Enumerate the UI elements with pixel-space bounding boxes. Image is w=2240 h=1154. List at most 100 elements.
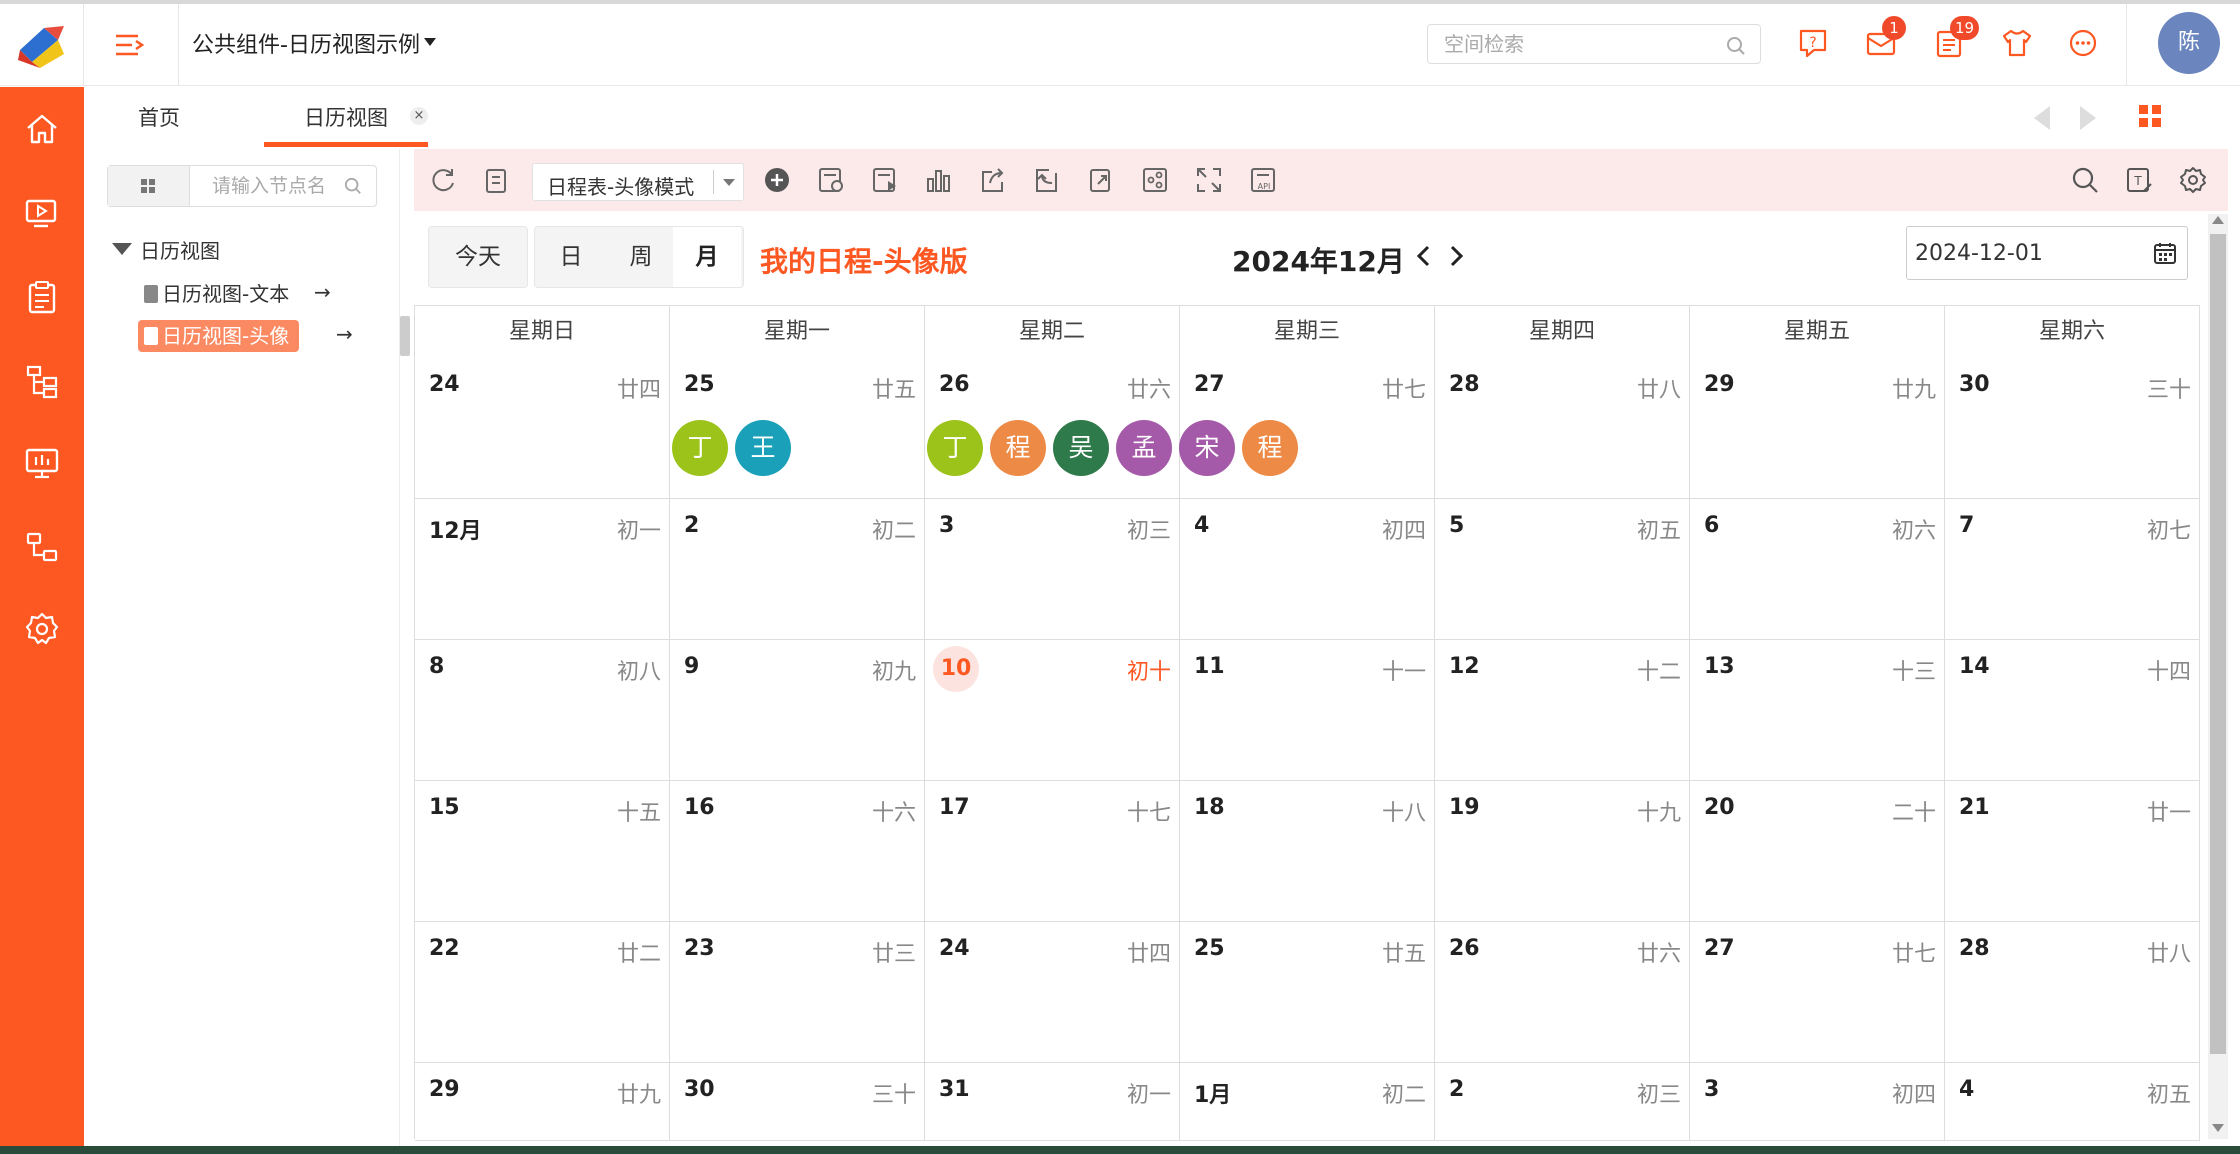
theme-shirt-icon[interactable] [2000,26,2034,60]
day-cell[interactable]: 29 廿九 [415,1063,670,1141]
day-cell[interactable]: 10 初十 [925,640,1180,781]
tab-scroll-right-icon[interactable] [2076,104,2100,132]
panel-splitter[interactable] [400,316,410,356]
day-cell[interactable]: 13 十三 [1690,640,1945,781]
view-day-button[interactable]: 日 [537,227,605,287]
day-cell[interactable]: 30 三十 [670,1063,925,1141]
search-icon[interactable] [2070,165,2100,195]
day-cell[interactable]: 18 十八 [1180,781,1435,922]
open-arrow-icon[interactable]: → [336,322,353,346]
day-cell[interactable]: 5 初五 [1435,499,1690,640]
user-avatar[interactable]: 陈 [2158,12,2220,74]
event-avatar[interactable]: 孟 [1116,420,1172,476]
day-cell[interactable]: 28 廿八 [1435,358,1690,499]
doc-play-icon[interactable] [870,165,900,195]
tree-leaf-avatar-view[interactable]: 日历视图-头像 [138,320,300,352]
add-circle-icon[interactable] [762,165,792,195]
view-week-button[interactable]: 周 [607,227,675,287]
day-cell[interactable]: 31 初一 [925,1063,1180,1141]
day-cell[interactable]: 29 廿九 [1690,358,1945,499]
text-edit-icon[interactable]: T [2124,165,2154,195]
day-cell[interactable]: 8 初八 [415,640,670,781]
flow-diagram-icon[interactable] [22,527,62,567]
day-cell[interactable]: 25 廿五丁王 [670,358,925,499]
fullscreen-icon[interactable] [1194,165,1224,195]
day-cell[interactable]: 4 初五 [1945,1063,2200,1141]
tree-layout-toggle[interactable] [108,166,190,206]
event-avatar[interactable]: 丁 [672,420,728,476]
menu-toggle-icon[interactable] [112,30,148,60]
search-icon[interactable] [1726,36,1746,56]
more-chat-icon[interactable] [2066,26,2100,60]
scroll-down-arrow-icon[interactable] [2212,1124,2224,1132]
doc-settings-icon[interactable] [816,165,846,195]
day-cell[interactable]: 28 廿八 [1945,922,2200,1063]
export-icon[interactable] [1086,165,1116,195]
view-mode-select[interactable]: 日程表-头像模式 [532,163,744,201]
tree-search-input[interactable] [212,174,342,198]
calendar-icon[interactable] [2153,241,2177,265]
app-title[interactable]: 公共组件-日历视图示例 [192,27,420,59]
day-cell[interactable]: 20 二十 [1690,781,1945,922]
api-doc-icon[interactable]: API [1248,165,1278,195]
presentation-chart-icon[interactable] [22,443,62,483]
tree-expand-caret-icon[interactable] [112,243,132,255]
chevron-down-icon[interactable] [424,38,436,46]
help-icon[interactable]: ? [1796,26,1830,60]
home-icon[interactable] [22,109,62,149]
scrollbar-thumb[interactable] [2210,234,2226,1054]
tree-root-node[interactable]: 日历视图 [140,235,220,264]
view-month-button[interactable]: 月 [673,227,741,287]
today-button[interactable]: 今天 [428,226,528,288]
day-cell[interactable]: 24 廿四 [415,358,670,499]
day-cell[interactable]: 12月 初一 [415,499,670,640]
tree-structure-icon[interactable] [22,361,62,401]
day-cell[interactable]: 16 十六 [670,781,925,922]
day-cell[interactable]: 3 初四 [1690,1063,1945,1141]
todo-list-icon[interactable]: 19 [1932,16,1980,60]
day-cell[interactable]: 15 十五 [415,781,670,922]
event-avatar[interactable]: 丁 [927,420,983,476]
chevron-right-icon[interactable] [1446,243,1466,269]
settings-gear-icon[interactable] [2178,165,2208,195]
day-cell[interactable]: 11 十一 [1180,640,1435,781]
event-avatar[interactable]: 程 [990,420,1046,476]
close-tab-icon[interactable]: × [410,107,428,125]
event-avatar[interactable]: 吴 [1053,420,1109,476]
bar-chart-icon[interactable] [924,165,954,195]
day-cell[interactable]: 12 十二 [1435,640,1690,781]
day-cell[interactable]: 6 初六 [1690,499,1945,640]
day-cell[interactable]: 22 廿二 [415,922,670,1063]
space-search-input[interactable] [1444,31,1704,57]
chevron-down-icon[interactable] [723,179,735,186]
share-out-icon[interactable] [978,165,1008,195]
monitor-play-icon[interactable] [22,193,62,233]
day-cell[interactable]: 25 廿五 [1180,922,1435,1063]
day-cell[interactable]: 26 廿六丁程吴孟宋程 [925,358,1298,499]
day-cell[interactable]: 30 三十 [1945,358,2200,499]
space-search[interactable] [1427,24,1761,64]
scroll-up-arrow-icon[interactable] [2212,216,2224,224]
chevron-left-icon[interactable] [1414,243,1434,269]
day-cell[interactable]: 27 廿七 [1180,358,1435,499]
mail-icon[interactable]: 1 [1864,16,1906,60]
day-cell[interactable]: 27 廿七 [1690,922,1945,1063]
day-cell[interactable]: 2 初二 [670,499,925,640]
search-icon[interactable] [344,177,362,195]
day-cell[interactable]: 17 十七 [925,781,1180,922]
day-cell[interactable]: 7 初七 [1945,499,2200,640]
export-doc-icon[interactable] [482,165,512,195]
tab-scroll-left-icon[interactable] [2030,104,2054,132]
date-picker-field[interactable]: 2024-12-01 [1906,226,2188,280]
day-cell[interactable]: 1月 初二 [1180,1063,1435,1141]
app-grid-icon[interactable] [2138,104,2162,128]
open-arrow-icon[interactable]: → [314,280,331,304]
day-cell[interactable]: 19 十九 [1435,781,1690,922]
tree-leaf-text-view[interactable]: 日历视图-文本 [138,278,299,310]
refresh-icon[interactable] [428,165,458,195]
tab-calendar-view[interactable]: 日历视图 [264,87,428,149]
day-cell[interactable]: 14 十四 [1945,640,2200,781]
event-avatar[interactable]: 王 [735,420,791,476]
day-cell[interactable]: 24 廿四 [925,922,1180,1063]
day-cell[interactable]: 4 初四 [1180,499,1435,640]
